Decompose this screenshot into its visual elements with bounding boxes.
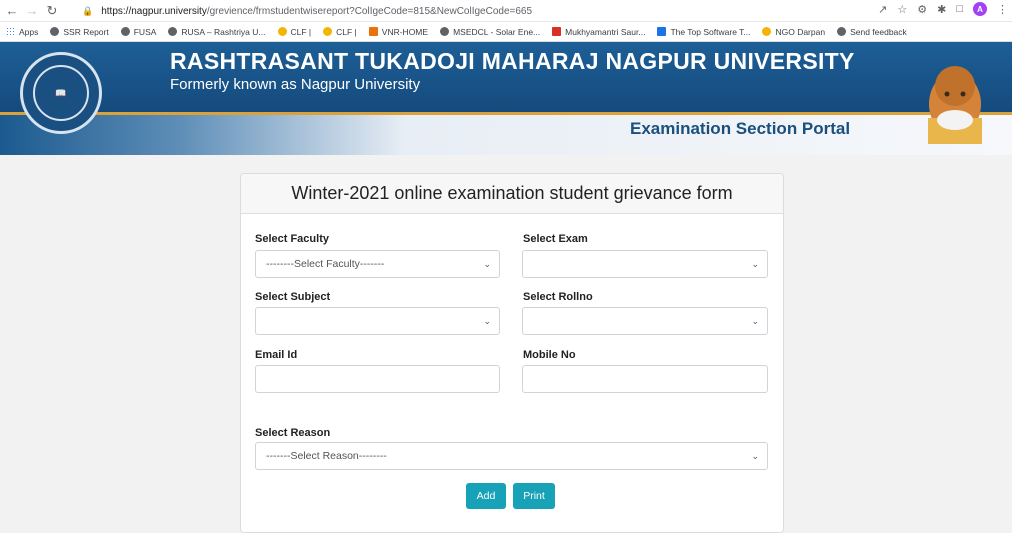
- form-title: Winter-2021 online examination student g…: [291, 183, 733, 203]
- bookmark-clf-2[interactable]: CLF |: [323, 27, 357, 37]
- email-label: Email Id: [255, 349, 298, 361]
- faculty-select[interactable]: --------Select Faculty------- ⌄: [255, 250, 500, 278]
- bookmark-clf-1[interactable]: CLF |: [277, 27, 311, 37]
- globe-icon: [120, 27, 130, 36]
- browser-toolbar: ← → ↻ 🔒 https://nagpur.university/grevie…: [0, 0, 1012, 22]
- bookmark-send-feedback[interactable]: Send feedback: [837, 27, 907, 37]
- portal-title: Examination Section Portal: [630, 119, 851, 138]
- reason-label: Select Reason: [255, 427, 331, 439]
- portrait-image: [928, 66, 982, 144]
- reason-select[interactable]: -------Select Reason-------- ⌄: [255, 442, 768, 470]
- faculty-label: Select Faculty: [255, 233, 329, 245]
- bookmark-ngo-darpan[interactable]: NGO Darpan: [762, 27, 825, 37]
- star-icon[interactable]: ☆: [897, 3, 907, 16]
- exam-label: Select Exam: [523, 233, 588, 245]
- chevron-down-icon: ⌄: [751, 451, 759, 461]
- bookmark-mukhyamantri[interactable]: Mukhyamantri Saur...: [552, 27, 645, 37]
- bookmarks-bar: Apps SSR Report FUSA RUSA – Rashtriya U.…: [0, 22, 1012, 42]
- address-bar[interactable]: 🔒 https://nagpur.university/grevience/fr…: [82, 2, 830, 20]
- reload-icon[interactable]: ↻: [44, 3, 60, 19]
- chevron-down-icon: ⌄: [483, 316, 491, 326]
- rollno-select[interactable]: ⌄: [522, 307, 768, 335]
- extension-icon[interactable]: ⚙: [917, 3, 927, 16]
- globe-icon: [168, 27, 178, 36]
- avatar[interactable]: A: [973, 2, 987, 16]
- university-title: RASHTRASANT TUKADOJI MAHARAJ NAGPUR UNIV…: [170, 48, 855, 74]
- bookmark-apps[interactable]: Apps: [6, 27, 38, 37]
- bookmark-fusa[interactable]: FUSA: [120, 27, 156, 37]
- clf-icon: [323, 27, 333, 36]
- software-icon: [657, 27, 667, 36]
- globe-icon: [440, 27, 450, 36]
- menu-icon[interactable]: ⋮: [997, 3, 1008, 16]
- url-path: /grevience/frmstudentwisereport?ColIgeCo…: [206, 5, 533, 17]
- university-seal-logo: 📖: [20, 52, 102, 134]
- mobile-label: Mobile No: [523, 349, 576, 361]
- bookmark-top-software[interactable]: The Top Software T...: [657, 27, 750, 37]
- vnr-icon: [368, 27, 378, 36]
- bookmark-rusa[interactable]: RUSA – Rashtriya U...: [168, 27, 266, 37]
- exam-select[interactable]: ⌄: [522, 250, 768, 278]
- add-button[interactable]: Add: [466, 483, 506, 509]
- puzzle-icon[interactable]: ✱: [937, 3, 946, 16]
- window-icon[interactable]: □: [956, 3, 963, 15]
- email-field[interactable]: [255, 365, 500, 393]
- forward-icon[interactable]: →: [24, 3, 40, 19]
- lock-icon: 🔒: [82, 5, 94, 16]
- subject-select[interactable]: ⌄: [255, 307, 500, 335]
- bookmark-msedcl[interactable]: MSEDCL - Solar Ene...: [440, 27, 540, 37]
- university-subtitle: Formerly known as Nagpur University: [170, 76, 421, 93]
- print-button[interactable]: Print: [513, 483, 555, 509]
- globe-icon: [50, 27, 60, 36]
- mobile-field[interactable]: [522, 365, 768, 393]
- subject-label: Select Subject: [255, 291, 331, 303]
- solar-icon: [552, 27, 562, 36]
- bookmark-vnr-home[interactable]: VNR-HOME: [368, 27, 428, 37]
- clf-icon: [277, 27, 287, 36]
- globe-icon: [837, 27, 847, 36]
- chevron-down-icon: ⌄: [751, 259, 759, 269]
- university-header: 📖 RASHTRASANT TUKADOJI MAHARAJ NAGPUR UN…: [0, 42, 1012, 155]
- rollno-label: Select Rollno: [523, 291, 593, 303]
- bookmark-ssr-report[interactable]: SSR Report: [50, 27, 109, 37]
- share-icon[interactable]: ↗: [878, 3, 887, 16]
- ngo-icon: [762, 27, 772, 36]
- apps-grid-icon: [6, 27, 15, 36]
- back-icon[interactable]: ←: [4, 3, 20, 19]
- grievance-form-card: Winter-2021 online examination student g…: [240, 173, 784, 533]
- chevron-down-icon: ⌄: [751, 316, 759, 326]
- chevron-down-icon: ⌄: [483, 259, 491, 269]
- url-host: https://nagpur.university: [101, 5, 207, 17]
